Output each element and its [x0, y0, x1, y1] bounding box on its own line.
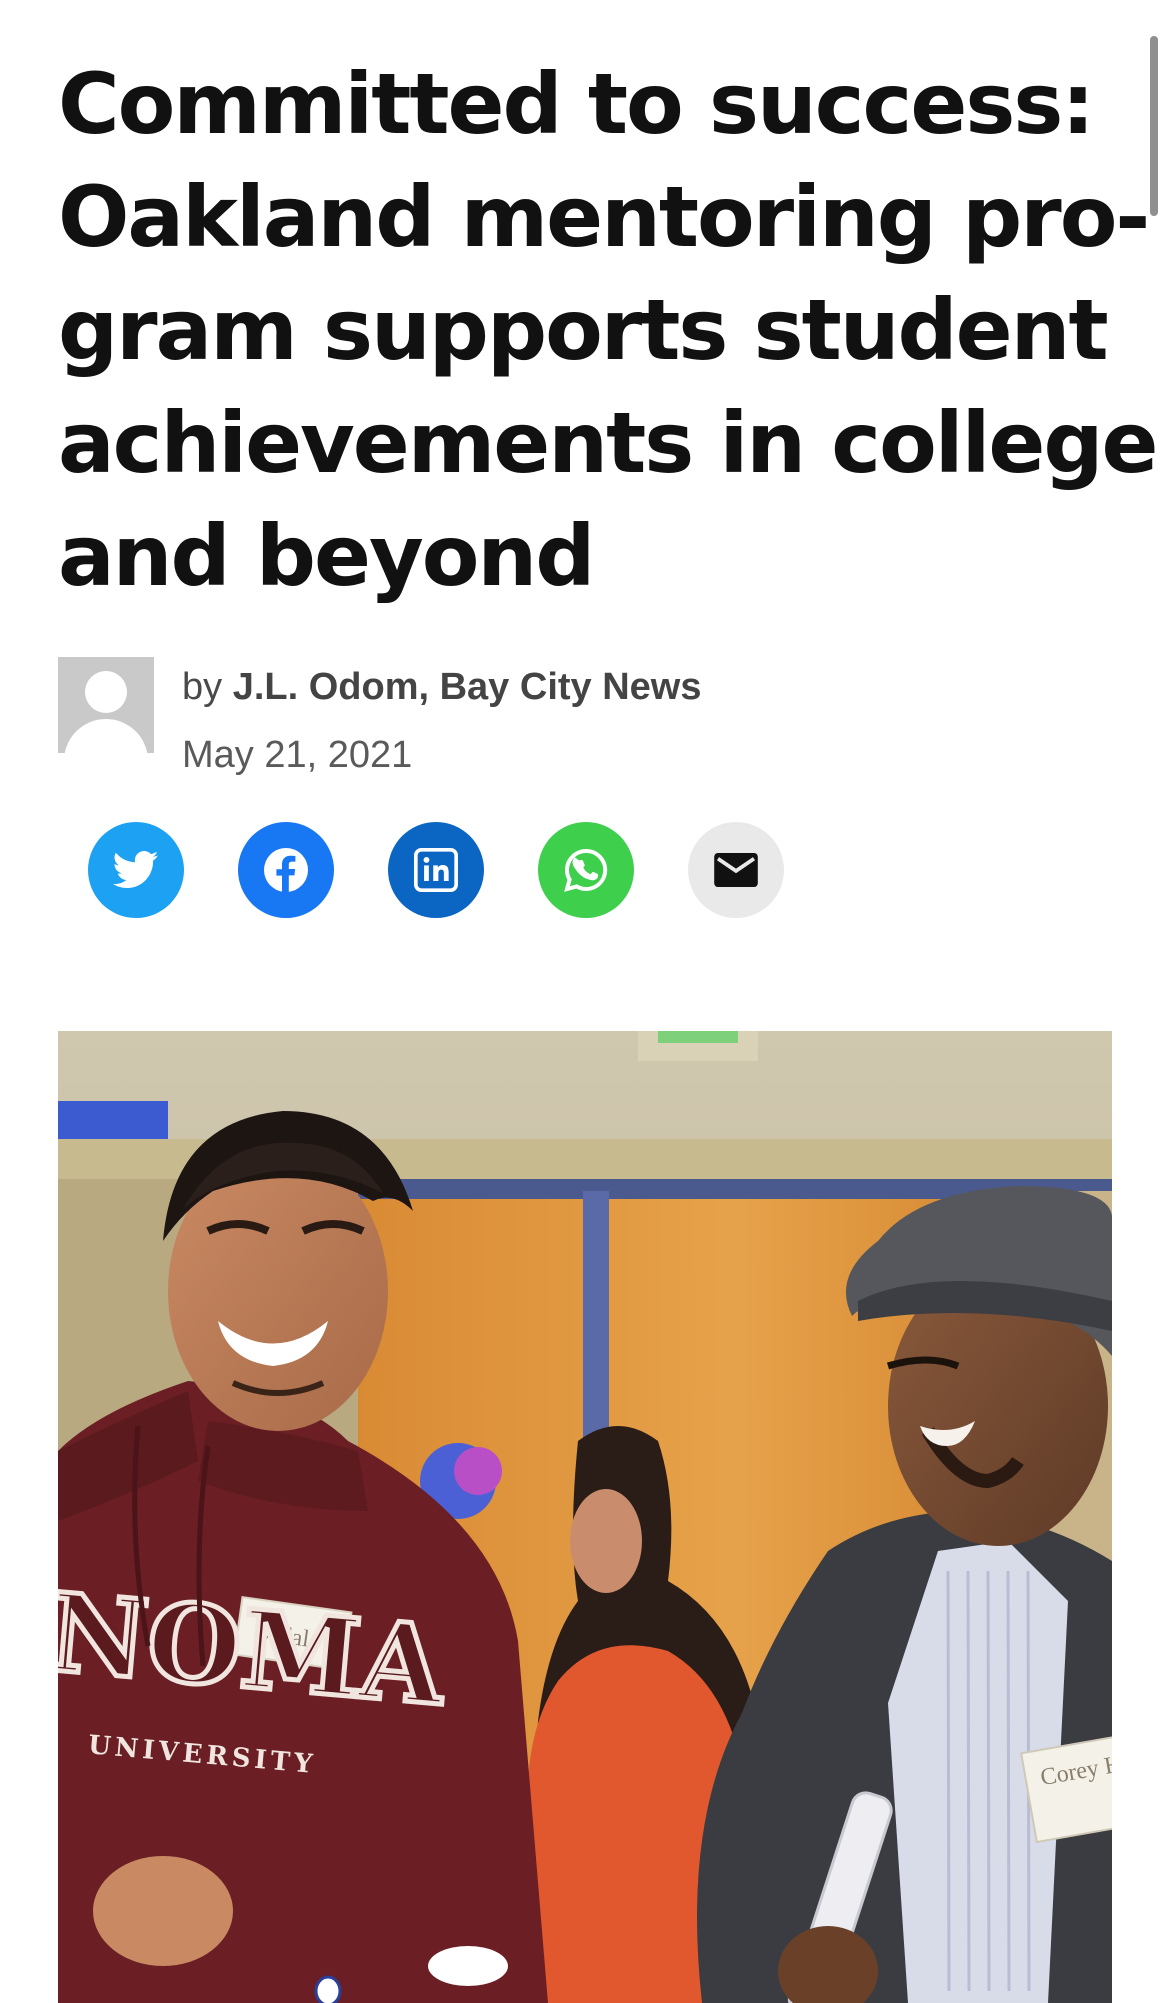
- headline: Committed to success: Oakland mentoring …: [58, 48, 1158, 613]
- scrollbar[interactable]: [1150, 36, 1158, 216]
- email-icon: [714, 852, 758, 888]
- byline: by J.L. Odom, Bay City News May 21, 2021: [58, 657, 702, 779]
- headline-line: and beyond: [58, 507, 595, 605]
- whatsapp-icon: [564, 848, 608, 892]
- share-twitter-button[interactable]: [88, 822, 184, 918]
- publish-date: May 21, 2021: [182, 734, 413, 776]
- article-photo: Vidal NOMA UNIVERSITY Corey Hill: [58, 1031, 1112, 2003]
- headline-line: gram supports student: [58, 281, 1109, 379]
- headline-line: Oakland mentoring pro-: [58, 168, 1150, 266]
- headline-line: achievements in college: [58, 394, 1158, 492]
- article: Committed to success: Oakland mentoring …: [58, 0, 1158, 2003]
- facebook-icon: [264, 848, 308, 892]
- share-buttons: [88, 822, 784, 918]
- share-whatsapp-button[interactable]: [538, 822, 634, 918]
- linkedin-icon: [414, 848, 458, 892]
- share-email-button[interactable]: [688, 822, 784, 918]
- share-facebook-button[interactable]: [238, 822, 334, 918]
- byline-text: by J.L. Odom, Bay City News May 21, 2021: [182, 663, 702, 779]
- byline-prefix: by: [182, 666, 223, 708]
- author-link[interactable]: J.L. Odom, Bay City News: [233, 666, 702, 708]
- share-linkedin-button[interactable]: [388, 822, 484, 918]
- headline-line: Committed to success:: [58, 55, 1095, 153]
- author-line: by J.L. Odom, Bay City News: [182, 663, 702, 711]
- author-avatar[interactable]: [58, 657, 154, 753]
- article-photo-image: Vidal NOMA UNIVERSITY Corey Hill: [58, 1031, 1112, 2003]
- twitter-icon: [113, 851, 159, 889]
